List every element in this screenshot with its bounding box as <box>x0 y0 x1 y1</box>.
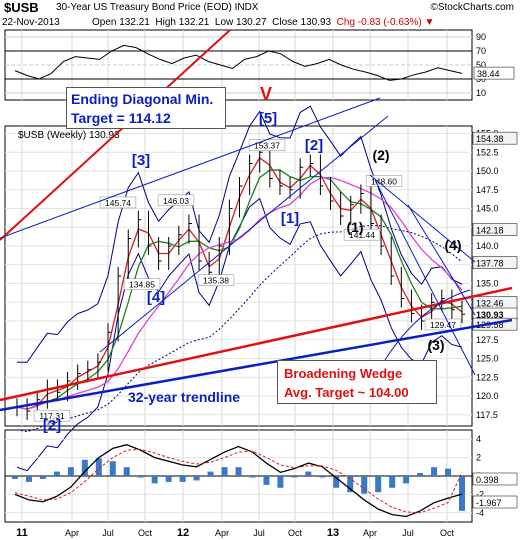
price-tick-label: 120.0 <box>476 391 499 401</box>
wave-label: [4] <box>147 289 165 306</box>
macd-histogram-bar <box>389 476 396 488</box>
ending-diagonal-line2: Target = 114.12 <box>71 110 171 126</box>
x-tick-label: Oct <box>440 528 455 538</box>
price-tick-label: 122.5 <box>476 372 499 382</box>
right-marker-label: 132.46 <box>476 299 504 309</box>
price-tick-label: 135.0 <box>476 279 499 289</box>
broadening-wedge-line1: Broadening Wedge <box>284 366 403 381</box>
wave-label: (1) <box>346 219 363 235</box>
macd-histogram-bar <box>193 476 200 481</box>
macd-histogram-bar <box>207 471 214 476</box>
x-tick-label: Jul <box>253 528 265 538</box>
price-legend: $USB (Weekly) 130.93 <box>18 130 120 141</box>
wave-label: [3] <box>132 152 150 169</box>
trendline-label: 32-year trendline <box>128 389 241 405</box>
wave-label: (4) <box>444 237 461 253</box>
wave-label: [2] <box>305 137 323 154</box>
chart-root: $USB 30-Year US Treasury Bond Price (EOD… <box>0 0 520 540</box>
price-tick-label: 125.0 <box>476 354 499 364</box>
macd-histogram-bar <box>431 467 438 476</box>
x-tick-label: Oct <box>138 528 153 538</box>
x-tick-label: 11 <box>16 527 28 539</box>
x-tick-label: 13 <box>327 527 339 539</box>
macd-tick-label: 4 <box>476 434 481 444</box>
broadening-wedge-callout: Broadening Wedge Avg. Target ~ 104.00 <box>277 360 437 404</box>
x-tick-label: Jul <box>402 528 414 538</box>
macd-value-label: -1.967 <box>476 498 502 508</box>
macd-signal-label: 0.398 <box>476 475 499 485</box>
wave-label: (2) <box>372 147 389 163</box>
price-label: 135.38 <box>203 276 229 286</box>
macd-histogram-bar <box>249 476 256 478</box>
wave-label: [1] <box>281 210 299 227</box>
macd-histogram-bar <box>12 476 18 479</box>
rsi-tick-label: 10 <box>476 88 486 98</box>
price-tick-label: 152.5 <box>476 147 499 157</box>
macd-histogram-bar <box>67 467 74 476</box>
macd-histogram-bar <box>403 476 410 484</box>
x-tick-label: 12 <box>177 527 189 539</box>
macd-histogram-bar <box>25 476 32 482</box>
price-label: 146.03 <box>163 196 189 206</box>
price-tick-label: 145.0 <box>476 204 499 214</box>
macd-histogram-bar <box>151 476 158 484</box>
macd-histogram-bar <box>165 476 172 482</box>
x-tick-label: Apr <box>363 528 377 538</box>
right-marker-label: 142.18 <box>476 226 504 236</box>
chart-canvas: 11AprJulOct12AprJulOct13AprJulOct1030507… <box>0 29 518 539</box>
price-tick-label: 117.5 <box>476 410 498 420</box>
ending-diagonal-line1: Ending Diagonal Min. <box>71 91 214 107</box>
macd-histogram-bar <box>221 467 228 476</box>
price-tick-label: 147.5 <box>476 185 499 195</box>
macd-histogram-bar <box>375 476 382 493</box>
macd-histogram-bar <box>417 473 424 476</box>
price-tick-label: 127.5 <box>476 335 499 345</box>
macd-histogram-bar <box>319 476 326 478</box>
x-tick-label: Jul <box>102 528 114 538</box>
macd-tick-label: -4 <box>476 508 484 518</box>
broadening-wedge-line2: Avg. Target ~ 104.00 <box>284 385 409 400</box>
rsi-value-label: 38.44 <box>477 69 500 79</box>
price-tick-label: 150.0 <box>476 166 499 176</box>
macd-histogram-bar <box>277 476 284 488</box>
macd-histogram-bar <box>291 476 298 478</box>
macd-histogram-bar <box>179 476 186 482</box>
price-tick-label: 140.0 <box>476 241 499 251</box>
x-tick-label: Oct <box>288 528 303 538</box>
macd-histogram-bar <box>137 476 144 478</box>
rsi-tick-label: 90 <box>476 32 486 42</box>
macd-tick-label: 2 <box>476 453 481 463</box>
wave-label: V <box>260 84 272 104</box>
x-tick-label: Apr <box>65 528 79 538</box>
ending-diagonal-callout: Ending Diagonal Min. Target = 114.12 <box>66 87 226 129</box>
macd-histogram-bar <box>235 467 242 476</box>
wave-label: (3) <box>427 337 444 353</box>
x-tick-label: Apr <box>215 528 229 538</box>
price-label: 145.74 <box>105 198 131 208</box>
macd-histogram-bar <box>445 468 452 476</box>
rsi-tick-label: 70 <box>476 46 486 56</box>
price-label: 153.37 <box>254 141 280 151</box>
price-label: 148.60 <box>371 177 397 187</box>
right-marker-label: 154.38 <box>476 134 504 144</box>
right-marker-label: 137.78 <box>476 259 504 269</box>
price-label: 129.47 <box>430 320 456 330</box>
wave-label: [2] <box>43 417 61 434</box>
macd-histogram-bar <box>459 476 465 511</box>
wave-label: [5] <box>259 110 277 127</box>
macd-histogram-bar <box>305 471 312 476</box>
macd-histogram-bar <box>53 471 60 476</box>
macd-histogram-bar <box>109 461 116 476</box>
macd-histogram-bar <box>39 476 46 479</box>
macd-histogram-bar <box>263 476 270 485</box>
macd-histogram-bar <box>123 467 130 476</box>
